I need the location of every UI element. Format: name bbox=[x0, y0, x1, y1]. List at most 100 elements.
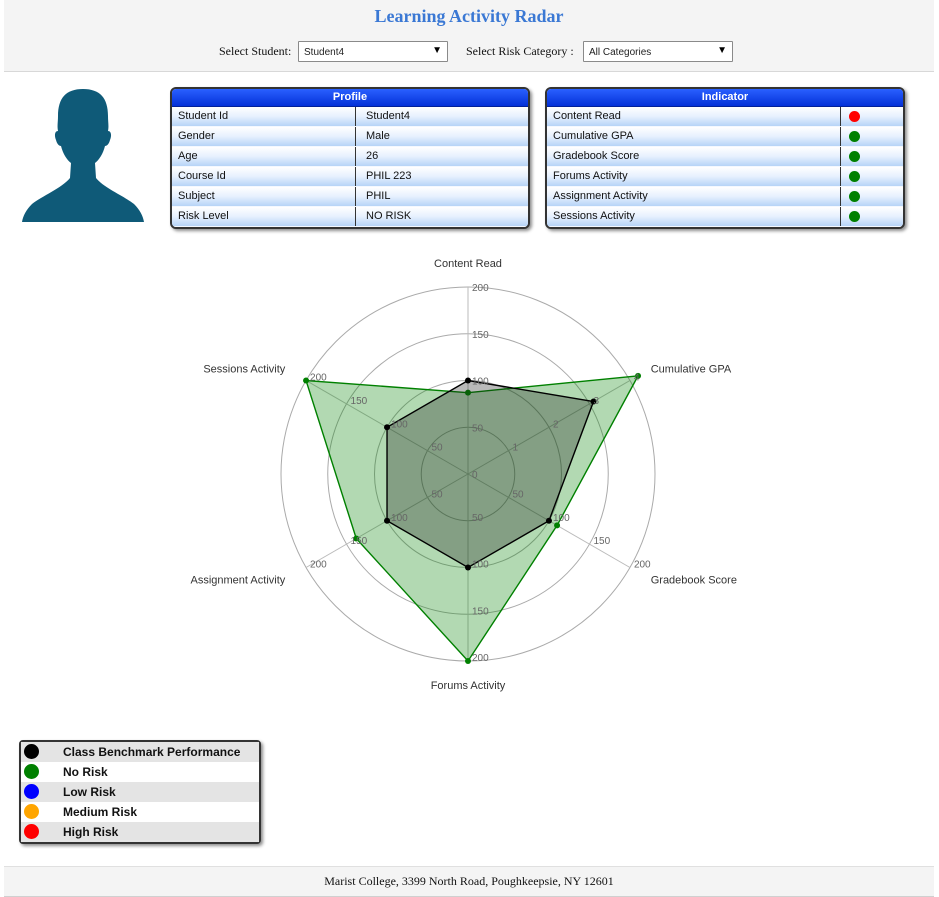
profile-label: Age bbox=[172, 147, 356, 166]
legend-dot-icon bbox=[24, 804, 39, 819]
status-dot-icon bbox=[849, 211, 860, 222]
axis-label: Cumulative GPA bbox=[651, 364, 732, 376]
page-title: Learning Activity Radar bbox=[374, 6, 564, 26]
indicator-row: Sessions Activity bbox=[547, 207, 903, 227]
indicator-row: Forums Activity bbox=[547, 167, 903, 187]
legend-item: Low Risk bbox=[21, 782, 259, 802]
indicator-label: Sessions Activity bbox=[547, 207, 841, 226]
profile-label: Course Id bbox=[172, 167, 356, 186]
legend-dot-icon bbox=[24, 744, 39, 759]
indicator-status-cell bbox=[841, 147, 903, 166]
indicator-status-cell bbox=[841, 207, 903, 226]
axis-label: Forums Activity bbox=[431, 680, 506, 692]
tick-label: 100 bbox=[472, 560, 489, 571]
status-dot-icon bbox=[849, 111, 860, 122]
tick-label: 200 bbox=[472, 283, 489, 294]
profile-label: Gender bbox=[172, 127, 356, 146]
indicator-row: Content Read bbox=[547, 107, 903, 127]
student-select[interactable]: Student4 ▼ bbox=[298, 41, 448, 62]
profile-value: Student4 bbox=[366, 110, 411, 122]
legend-item: Medium Risk bbox=[21, 802, 259, 822]
profile-label: Subject bbox=[172, 187, 356, 206]
profile-row: Risk Level NO RISK bbox=[172, 207, 528, 227]
risk-select-value: All Categories bbox=[589, 47, 652, 58]
tick-label: 150 bbox=[351, 536, 368, 547]
indicator-label: Forums Activity bbox=[547, 167, 841, 186]
tick-label: 100 bbox=[391, 419, 408, 430]
axis-label: Assignment Activity bbox=[191, 575, 286, 587]
tick-label: 100 bbox=[472, 377, 489, 388]
indicator-row: Cumulative GPA bbox=[547, 127, 903, 147]
header: Learning Activity Radar Select Student: … bbox=[4, 0, 934, 72]
footer: Marist College, 3399 North Road, Poughke… bbox=[4, 866, 934, 897]
status-dot-icon bbox=[849, 191, 860, 202]
indicator-status-cell bbox=[841, 167, 903, 186]
legend: Class Benchmark Performance No Risk Low Ri… bbox=[19, 740, 261, 844]
indicator-label: Assignment Activity bbox=[547, 187, 841, 206]
tick-label: 4 bbox=[634, 373, 640, 384]
profile-label: Risk Level bbox=[172, 207, 356, 226]
series-point bbox=[465, 377, 471, 384]
tick-label: 150 bbox=[472, 606, 489, 617]
status-dot-icon bbox=[849, 151, 860, 162]
tick-label: 50 bbox=[512, 489, 524, 500]
status-dot-icon bbox=[849, 131, 860, 142]
series-point bbox=[384, 517, 391, 524]
tick-label: 100 bbox=[553, 513, 570, 524]
indicator-status-cell bbox=[841, 187, 903, 206]
tick-label: 150 bbox=[472, 330, 489, 341]
profile-panel: Profile Student Id Student4 Gender Male Age 2… bbox=[170, 87, 530, 229]
student-select-value: Student4 bbox=[304, 47, 345, 58]
legend-label: Medium Risk bbox=[63, 805, 138, 819]
profile-panel-title: Profile bbox=[172, 89, 528, 107]
tick-label: 50 bbox=[432, 489, 444, 500]
series-point bbox=[465, 564, 471, 571]
indicator-row: Assignment Activity bbox=[547, 187, 903, 207]
legend-label: Class Benchmark Performance bbox=[63, 745, 241, 759]
indicator-status-cell bbox=[841, 127, 903, 146]
tick-label: 0 bbox=[472, 470, 478, 481]
profile-value: NO RISK bbox=[366, 210, 412, 222]
tick-label: 200 bbox=[472, 653, 489, 664]
series-point bbox=[384, 424, 391, 431]
legend-label: No Risk bbox=[63, 765, 108, 779]
legend-dot-icon bbox=[24, 784, 39, 799]
profile-row: Subject PHIL bbox=[172, 187, 528, 207]
axis-label: Gradebook Score bbox=[651, 575, 737, 587]
legend-dot-icon bbox=[24, 764, 39, 779]
profile-value: Male bbox=[366, 130, 390, 142]
tick-label: 200 bbox=[634, 560, 651, 571]
tick-label: 3 bbox=[593, 396, 599, 407]
profile-label: Student Id bbox=[172, 107, 356, 126]
tick-label: 200 bbox=[310, 560, 327, 571]
tick-label: 50 bbox=[472, 423, 484, 434]
series-point bbox=[303, 377, 310, 384]
tick-label: 150 bbox=[351, 396, 368, 407]
risk-category-select[interactable]: All Categories ▼ bbox=[583, 41, 733, 62]
indicator-label: Gradebook Score bbox=[547, 147, 841, 166]
profile-row: Student Id Student4 bbox=[172, 107, 528, 127]
legend-label: High Risk bbox=[63, 825, 119, 839]
radar-chart: 0 50 100 150 200 1 2 3 4 50 100 150 200 50 100 150 200 50… bbox=[191, 258, 737, 692]
axis-label: Sessions Activity bbox=[203, 364, 285, 376]
profile-value: PHIL bbox=[366, 190, 391, 202]
axis-label: Content Read bbox=[434, 258, 502, 270]
dropdown-arrow-icon: ▼ bbox=[717, 45, 727, 56]
profile-value: 26 bbox=[366, 150, 379, 162]
legend-item: Class Benchmark Performance bbox=[21, 742, 259, 762]
indicator-row: Gradebook Score bbox=[547, 147, 903, 167]
tick-label: 150 bbox=[593, 536, 610, 547]
avatar bbox=[22, 89, 144, 222]
legend-label: Low Risk bbox=[63, 785, 116, 799]
tick-label: 2 bbox=[553, 419, 559, 430]
profile-row: Course Id PHIL 223 bbox=[172, 167, 528, 187]
legend-item: High Risk bbox=[21, 822, 259, 842]
indicator-status-cell bbox=[841, 107, 903, 126]
tick-label: 50 bbox=[432, 443, 444, 454]
indicator-label: Cumulative GPA bbox=[547, 127, 841, 146]
series-point bbox=[545, 517, 552, 524]
profile-row: Gender Male bbox=[172, 127, 528, 147]
legend-dot-icon bbox=[24, 824, 39, 839]
tick-label: 200 bbox=[310, 373, 327, 384]
series-point bbox=[465, 658, 471, 664]
